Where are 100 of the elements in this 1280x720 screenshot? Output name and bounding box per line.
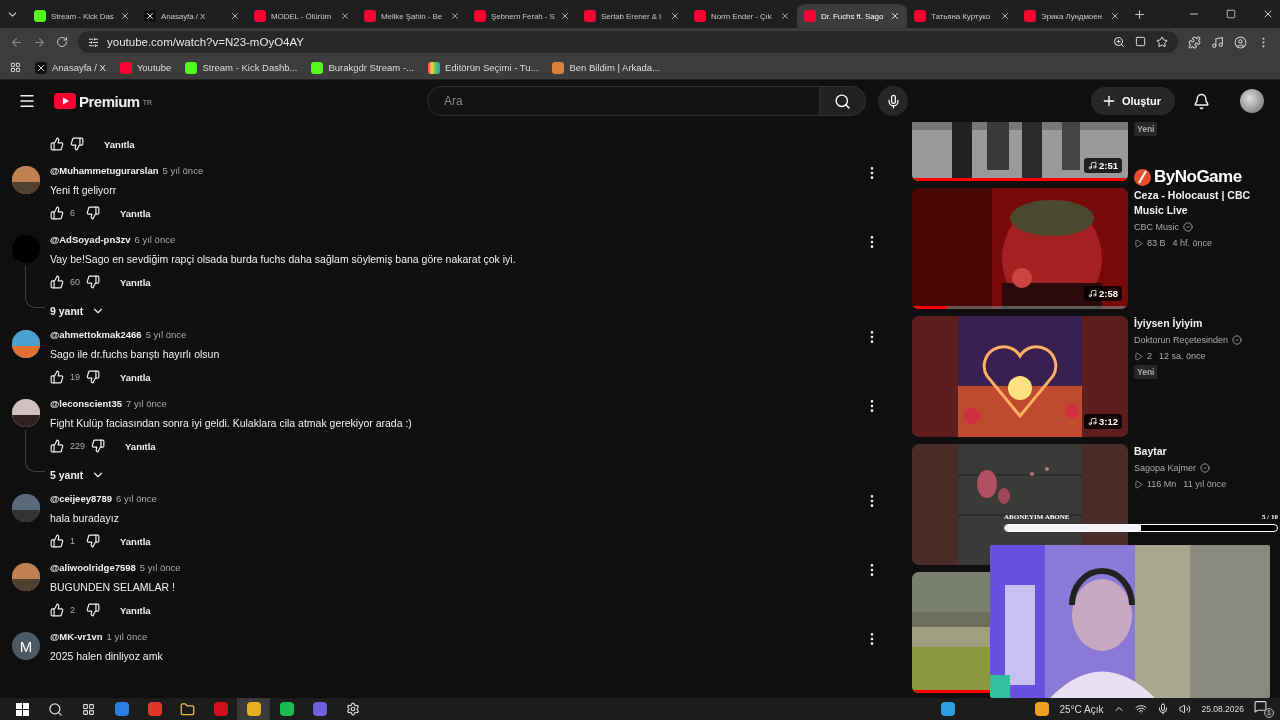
logo-icon[interactable] xyxy=(54,93,76,109)
browser-tab[interactable]: Norm Ender - Çık xyxy=(687,4,797,28)
thumbs-up-icon[interactable] xyxy=(50,206,64,220)
reply-button[interactable]: Yanıtla xyxy=(120,531,151,551)
browser-tab[interactable]: Татьяна Куртуко xyxy=(907,4,1017,28)
thumbs-down-icon[interactable] xyxy=(86,370,100,384)
comment-time[interactable]: 6 yıl önce xyxy=(134,234,176,245)
close-icon[interactable] xyxy=(450,11,460,21)
browser-tab[interactable]: MODEL - Ölürüm xyxy=(247,4,357,28)
avatar[interactable] xyxy=(12,563,40,591)
browser-tab[interactable]: Melike Şahin - Be xyxy=(357,4,467,28)
browser-tab[interactable]: Sertab Erener & I xyxy=(577,4,687,28)
bookmark[interactable]: Burakgdr Stream -... xyxy=(328,62,414,73)
back-icon[interactable] xyxy=(10,35,23,49)
bookmark[interactable]: Ben Bildim | Arkada... xyxy=(569,62,661,73)
thumbs-up-icon[interactable] xyxy=(50,275,64,289)
thumbs-down-icon[interactable] xyxy=(86,206,100,220)
comment-author[interactable]: @ahmettokmak2466 xyxy=(50,329,142,340)
search-button[interactable] xyxy=(820,86,867,116)
reply-button[interactable]: Yanıtla xyxy=(125,436,156,456)
channel-name[interactable]: CBC Music xyxy=(1134,220,1179,234)
create-button[interactable]: Oluştur xyxy=(1090,87,1175,115)
wifi-icon[interactable] xyxy=(1135,703,1148,715)
comment-author[interactable]: @AdSoyad-pn3zv xyxy=(50,234,131,245)
comment-author[interactable]: @Muhammetugurarslan xyxy=(50,165,159,176)
address-bar[interactable]: youtube.com/watch?v=N23-mOyO4AY xyxy=(78,31,1178,53)
comment-time[interactable]: 5 yıl önce xyxy=(145,329,187,340)
date-text[interactable]: 25.08.2026 xyxy=(1201,704,1244,714)
user-avatar[interactable] xyxy=(1240,89,1264,113)
install-icon[interactable] xyxy=(1135,36,1146,47)
settings-icon[interactable] xyxy=(345,702,360,716)
thumbs-up-icon[interactable] xyxy=(50,534,64,548)
mic-icon[interactable] xyxy=(1157,703,1170,715)
thumbs-down-icon[interactable] xyxy=(70,137,84,151)
browser-tab[interactable]: Эрика Лундмоен xyxy=(1017,4,1127,28)
weather-text[interactable]: 25°C Açık xyxy=(1059,703,1104,715)
close-icon[interactable] xyxy=(1110,11,1120,21)
close-icon[interactable] xyxy=(1000,11,1010,21)
browser-tab[interactable]: Anasayfa / X xyxy=(137,4,247,28)
avatar[interactable] xyxy=(12,399,40,427)
reply-button[interactable]: Yanıtla xyxy=(120,600,151,620)
profile-icon[interactable] xyxy=(1234,35,1247,49)
reply-button[interactable]: Yanıtla xyxy=(120,367,151,387)
close-icon[interactable] xyxy=(780,11,790,21)
volume-icon[interactable] xyxy=(1179,703,1192,715)
reply-button[interactable]: Yanıtla xyxy=(120,272,151,292)
thumbs-down-icon[interactable] xyxy=(91,439,106,453)
bookmark[interactable]: Youtube xyxy=(136,62,172,73)
thumbs-down-icon[interactable] xyxy=(86,534,100,548)
close-icon[interactable] xyxy=(890,11,900,21)
bookmark[interactable]: Editörün Seçimi - Tu... xyxy=(444,62,539,73)
avatar[interactable] xyxy=(12,330,40,358)
extensions-icon[interactable] xyxy=(1188,35,1201,49)
reload-icon[interactable] xyxy=(56,36,68,48)
logo-text[interactable]: Premium xyxy=(79,92,140,110)
video-title[interactable]: İyiysen İyiyim xyxy=(1134,316,1260,331)
video-title[interactable]: Baytar xyxy=(1134,444,1260,459)
site-settings-icon[interactable] xyxy=(88,36,99,48)
new-tab-icon[interactable] xyxy=(1133,7,1146,21)
comment-time[interactable]: 6 yıl önce xyxy=(116,493,157,504)
video-title[interactable]: Ceza - Holocaust | CBC Music Live xyxy=(1134,188,1260,218)
thumbs-down-icon[interactable] xyxy=(86,603,100,617)
close-icon[interactable] xyxy=(670,11,680,21)
bookmark[interactable]: Anasayfa / X xyxy=(52,62,106,73)
star-icon[interactable] xyxy=(1156,36,1168,48)
comment-time[interactable]: 1 yıl önce xyxy=(106,631,148,642)
reply-button[interactable]: Yanıtla xyxy=(120,203,151,223)
browser-tab[interactable]: Şebnem Ferah - S xyxy=(467,4,577,28)
zoom-icon[interactable] xyxy=(1113,36,1125,48)
reply-button[interactable]: Yanıtla xyxy=(104,134,135,154)
comment-time[interactable]: 5 yıl önce xyxy=(139,562,181,573)
close-icon[interactable] xyxy=(1262,8,1274,20)
apps-icon[interactable] xyxy=(10,62,21,73)
comment-author[interactable]: @aliwoolridge7598 xyxy=(50,562,136,573)
thumbs-up-icon[interactable] xyxy=(50,439,64,453)
thumbs-up-icon[interactable] xyxy=(50,370,64,384)
search-field[interactable]: Ara xyxy=(427,86,821,116)
voice-search-button[interactable] xyxy=(878,86,909,116)
avatar[interactable] xyxy=(12,166,40,194)
channel-name[interactable]: Doktorun Reçetesinden xyxy=(1134,333,1229,347)
thumbs-up-icon[interactable] xyxy=(50,137,64,151)
comment-author[interactable]: @leconscient35 xyxy=(50,398,123,409)
replies-toggle[interactable]: 9 yanıt xyxy=(50,300,106,322)
close-icon[interactable] xyxy=(230,11,240,21)
comment-time[interactable]: 7 yıl önce xyxy=(126,398,167,409)
comment-author[interactable]: @MK-vr1vn xyxy=(50,631,103,642)
forward-icon[interactable] xyxy=(33,35,46,49)
media-icon[interactable] xyxy=(1211,35,1224,49)
avatar[interactable]: M xyxy=(12,632,40,660)
replies-toggle[interactable]: 5 yanıt xyxy=(50,464,106,486)
channel-name[interactable]: Sagopa Kajmer xyxy=(1134,461,1197,475)
folder-icon[interactable] xyxy=(180,701,195,717)
menu-icon[interactable] xyxy=(18,92,36,110)
bell-icon[interactable] xyxy=(1193,92,1210,110)
browser-tab[interactable]: Dr. Fuchs ft. Sago xyxy=(797,4,907,28)
thumbs-down-icon[interactable] xyxy=(86,275,100,289)
close-icon[interactable] xyxy=(120,11,130,21)
bookmark[interactable]: Stream - Kick Dashb... xyxy=(202,62,298,73)
task-view-icon[interactable] xyxy=(82,702,95,716)
close-icon[interactable] xyxy=(340,11,350,21)
